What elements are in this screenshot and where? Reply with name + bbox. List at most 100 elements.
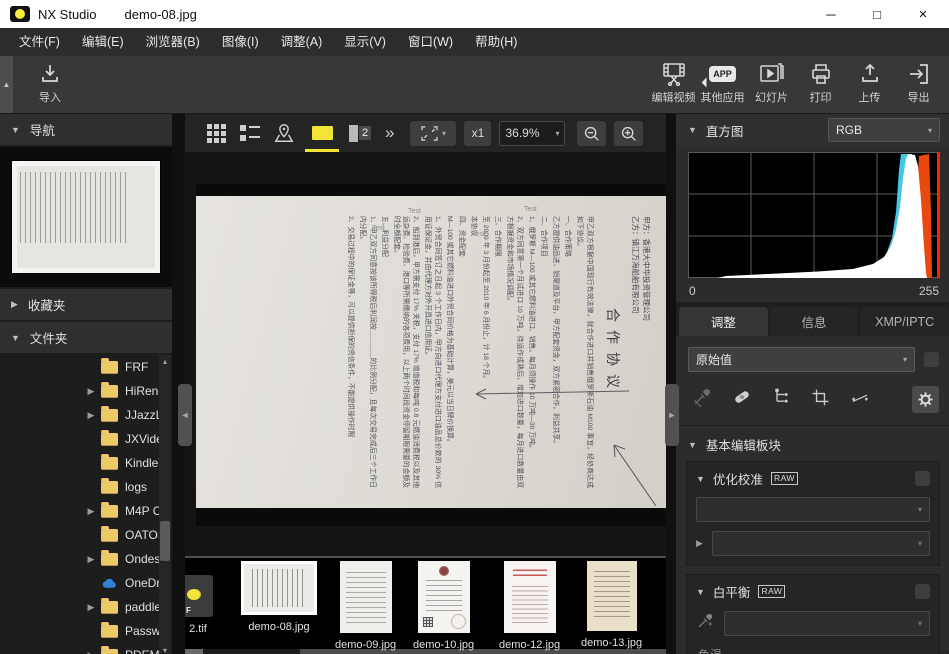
expand-right-icon[interactable]: ▶: [696, 538, 703, 549]
menu-item-edit[interactable]: 编辑(E): [71, 28, 135, 56]
zoom-in-icon: [620, 125, 637, 142]
other-apps-button[interactable]: APP 其他应用: [698, 61, 747, 105]
settings-button[interactable]: [912, 386, 939, 413]
slideshow-button[interactable]: 幻灯片: [747, 61, 796, 105]
menu-item-browser[interactable]: 浏览器(B): [135, 28, 211, 56]
menu-item-view[interactable]: 显示(V): [333, 28, 397, 56]
scroll-up-icon[interactable]: ▴: [159, 357, 171, 366]
chevron-down-icon: ▾: [918, 619, 922, 628]
zoom-in-button[interactable]: [614, 121, 643, 146]
menu-item-window[interactable]: 窗口(W): [397, 28, 464, 56]
folder-item-oatos[interactable]: OATOS: [0, 523, 172, 547]
straighten-icon[interactable]: [849, 388, 871, 412]
folder-item-onedrive[interactable]: OneDr: [0, 571, 172, 595]
picture-control-select[interactable]: ▾: [696, 497, 930, 522]
expand-right-icon[interactable]: ▶: [86, 602, 96, 613]
tab-xmp-iptc[interactable]: XMP/IPTC: [860, 307, 949, 336]
compare-view-icon[interactable]: 2: [347, 125, 373, 142]
folder-item-m4p[interactable]: ▶ M4P C: [0, 499, 172, 523]
maximize-icon[interactable]: □: [867, 7, 887, 22]
favorites-header-label: 收藏夹: [28, 295, 66, 314]
expand-right-icon[interactable]: ▶: [86, 386, 96, 397]
chevron-down-icon: ▾: [928, 126, 932, 135]
minimize-icon[interactable]: ─: [821, 7, 841, 22]
more-views-icon[interactable]: »: [385, 123, 392, 143]
folder-item-paddle[interactable]: ▶ paddle: [0, 595, 172, 619]
folder-item-pdem[interactable]: ▶ PDEM: [0, 643, 172, 654]
folder-item-kindle[interactable]: KindleT: [0, 451, 172, 475]
picture-control-sub-select[interactable]: ▾: [712, 531, 930, 556]
menu-item-file[interactable]: 文件(F): [8, 28, 71, 56]
scrollbar-thumb[interactable]: [160, 521, 170, 561]
folders-scrollbar[interactable]: ▴ ▾: [159, 355, 171, 654]
image-canvas[interactable]: 甲方：香港大中华投资管理公司 乙方：镇江万海船舶有限公司 合作协议 甲乙双方根据…: [185, 152, 666, 556]
tab-adjust[interactable]: 调整: [679, 307, 768, 336]
tab-info[interactable]: 信息: [770, 307, 859, 336]
filmstrip-item-demo-13[interactable]: demo-13.jpg: [581, 561, 642, 649]
folder-item-passw[interactable]: Passwo: [0, 619, 172, 643]
basic-edit-section-header[interactable]: ▼ 基本编辑板块: [676, 426, 949, 461]
basic-edit-label: 基本编辑板块: [706, 435, 781, 454]
expand-right-icon[interactable]: ▶: [86, 410, 96, 421]
crop-icon[interactable]: [811, 388, 830, 412]
wb-eyedropper-icon[interactable]: [696, 612, 714, 635]
folder-item-jxvide[interactable]: JXVide: [0, 427, 172, 451]
zoom-1x-button[interactable]: x1: [464, 121, 491, 146]
folder-item-hirend[interactable]: ▶ HiRend: [0, 379, 172, 403]
upload-button[interactable]: 上传: [845, 61, 894, 105]
thumbnail-image: [587, 561, 637, 631]
filmstrip-item-demo-08[interactable]: demo-08.jpg: [241, 561, 317, 633]
folder-item-ondes[interactable]: ▶ Ondes: [0, 547, 172, 571]
menu-item-image[interactable]: 图像(I): [211, 28, 270, 56]
fit-to-screen-button[interactable]: ▾: [410, 121, 456, 146]
map-view-icon[interactable]: [271, 120, 297, 146]
menu-item-help[interactable]: 帮助(H): [464, 28, 528, 56]
import-button[interactable]: 导入: [24, 61, 76, 105]
filename-label: demo-13.jpg: [581, 637, 642, 649]
scroll-down-icon[interactable]: ▾: [159, 646, 171, 654]
filmstrip-item-demo-09[interactable]: demo-09.jpg: [335, 561, 396, 651]
filmstrip-item-demo-12[interactable]: demo-12.jpg: [499, 561, 560, 651]
folders-section-header[interactable]: ▼ 文件夹: [0, 322, 172, 353]
menu-item-adjust[interactable]: 调整(A): [270, 28, 334, 56]
toolbar-collapse-icon[interactable]: ▲: [0, 56, 13, 113]
histogram-header[interactable]: ▼ 直方图 RGB ▾: [676, 114, 949, 146]
version-history-icon[interactable]: [772, 387, 792, 412]
zoom-percent-select[interactable]: 36.9% ▾: [499, 121, 565, 146]
favorites-section-header[interactable]: ▶ 收藏夹: [0, 289, 172, 320]
folder-item-logs[interactable]: logs: [0, 475, 172, 499]
nav-section-header[interactable]: ▼ 导航: [0, 114, 172, 145]
grid-view-icon[interactable]: [203, 120, 229, 146]
zoom-out-button[interactable]: [577, 121, 606, 146]
close-icon[interactable]: ×: [913, 6, 933, 23]
import-label: 导入: [39, 89, 61, 105]
collapse-left-panel-handle[interactable]: ◄: [178, 384, 192, 446]
expand-right-icon[interactable]: ▶: [86, 650, 96, 654]
retouch-brush-icon[interactable]: [731, 387, 753, 412]
navigation-thumbnail: [12, 161, 160, 273]
list-view-icon[interactable]: [237, 120, 263, 146]
app-logo-icon: [10, 6, 30, 22]
other-apps-icon: APP: [709, 61, 736, 87]
filmstrip-item-tif[interactable]: 2.tif: [185, 561, 213, 635]
expand-right-icon[interactable]: ▶: [86, 554, 96, 565]
preset-select[interactable]: 原始值 ▾: [688, 347, 915, 372]
edit-video-button[interactable]: 编辑视频: [649, 61, 698, 105]
print-button[interactable]: 打印: [796, 61, 845, 105]
folder-item-jjazzla[interactable]: ▶ JJazzLa: [0, 403, 172, 427]
filmstrip-item-demo-10[interactable]: demo-10.jpg: [413, 561, 474, 651]
picture-control-checkbox[interactable]: [915, 471, 930, 486]
histogram-channel-select[interactable]: RGB ▾: [828, 118, 940, 142]
folders-header-label: 文件夹: [30, 328, 68, 347]
collapse-right-panel-handle[interactable]: ►: [665, 384, 679, 446]
white-balance-checkbox[interactable]: [915, 584, 930, 599]
sample-eyedropper-icon[interactable]: [692, 387, 712, 412]
expand-right-icon[interactable]: ▶: [86, 506, 96, 517]
upload-icon: [858, 61, 882, 87]
folder-item-frf[interactable]: FRF: [0, 355, 172, 379]
export-button[interactable]: 导出: [894, 61, 943, 105]
navigation-preview[interactable]: [0, 147, 172, 287]
preset-checkbox[interactable]: [924, 352, 939, 367]
single-image-view-button[interactable]: [305, 114, 339, 152]
white-balance-select[interactable]: ▾: [724, 611, 930, 636]
